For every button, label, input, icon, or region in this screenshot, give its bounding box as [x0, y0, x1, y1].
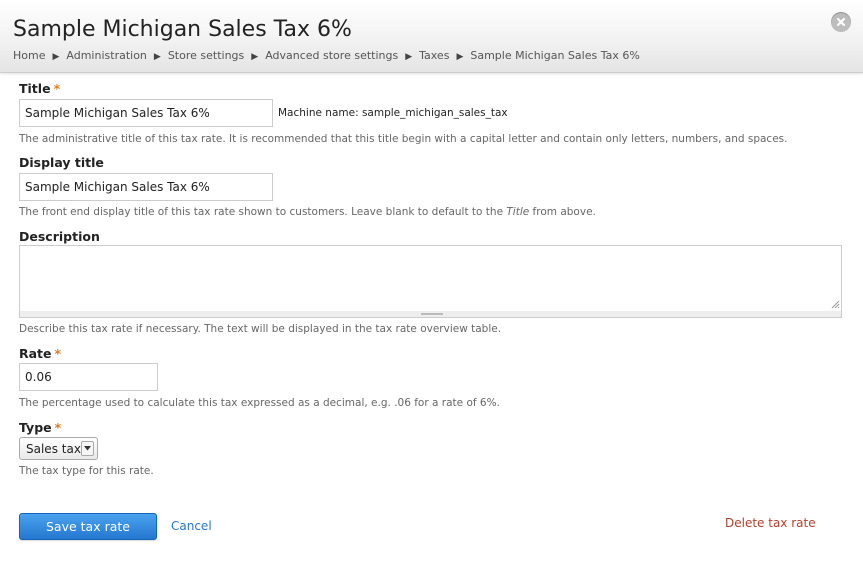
description-textarea[interactable]	[19, 245, 842, 312]
resize-grip-icon	[421, 313, 443, 315]
close-icon	[836, 17, 846, 27]
rate-input[interactable]	[19, 363, 158, 391]
rate-description: The percentage used to calculate this ta…	[19, 397, 500, 409]
save-tax-rate-button[interactable]: Save tax rate	[19, 513, 157, 540]
breadcrumb-home[interactable]: Home	[13, 49, 45, 62]
breadcrumb-separator-icon: ▶	[251, 52, 259, 62]
required-marker: *	[53, 81, 61, 96]
chevron-down-icon	[81, 441, 94, 456]
type-description: The tax type for this rate.	[19, 465, 154, 477]
title-label-text: Title	[19, 81, 51, 96]
resize-corner-icon[interactable]	[829, 298, 840, 309]
title-description: The administrative title of this tax rat…	[19, 133, 788, 145]
page-header: Sample Michigan Sales Tax 6% Home ▶ Admini…	[0, 0, 863, 73]
type-label: Type *	[19, 420, 61, 435]
close-button[interactable]	[831, 12, 851, 32]
display-title-label: Display title	[19, 155, 104, 170]
breadcrumb-separator-icon: ▶	[52, 52, 60, 62]
machine-name: Machine name: sample_michigan_sales_tax	[278, 107, 508, 119]
display-title-description-before: The front end display title of this tax …	[19, 206, 507, 218]
title-input[interactable]	[19, 99, 273, 127]
title-label: Title *	[19, 81, 60, 96]
display-title-description-emphasis: Title	[506, 206, 530, 218]
display-title-description-after: from above.	[529, 206, 596, 218]
required-marker: *	[54, 346, 62, 361]
rate-label-text: Rate	[19, 346, 52, 361]
delete-tax-rate-link[interactable]: Delete tax rate	[725, 516, 816, 530]
display-title-input[interactable]	[19, 173, 273, 201]
breadcrumb-current[interactable]: Sample Michigan Sales Tax 6%	[470, 49, 639, 62]
required-marker: *	[54, 420, 62, 435]
breadcrumb: Home ▶ Administration ▶ Store settings ▶ Advan…	[13, 48, 640, 65]
breadcrumb-advanced-store-settings[interactable]: Advanced store settings	[265, 49, 398, 62]
type-select-value: Sales tax	[26, 442, 81, 456]
type-label-text: Type	[19, 420, 52, 435]
textarea-resize-handle[interactable]	[19, 311, 842, 318]
type-select[interactable]: Sales tax	[19, 437, 98, 460]
description-label: Description	[19, 229, 100, 244]
page-title: Sample Michigan Sales Tax 6%	[13, 17, 352, 42]
breadcrumb-separator-icon: ▶	[405, 52, 413, 62]
breadcrumb-separator-icon: ▶	[456, 52, 464, 62]
display-title-description: The front end display title of this tax …	[19, 206, 596, 218]
description-help: Describe this tax rate if necessary. The…	[19, 323, 502, 335]
breadcrumb-separator-icon: ▶	[153, 52, 161, 62]
cancel-link[interactable]: Cancel	[171, 519, 212, 533]
breadcrumb-store-settings[interactable]: Store settings	[168, 49, 244, 62]
breadcrumb-taxes[interactable]: Taxes	[419, 49, 449, 62]
rate-label: Rate *	[19, 346, 61, 361]
breadcrumb-administration[interactable]: Administration	[66, 49, 147, 62]
